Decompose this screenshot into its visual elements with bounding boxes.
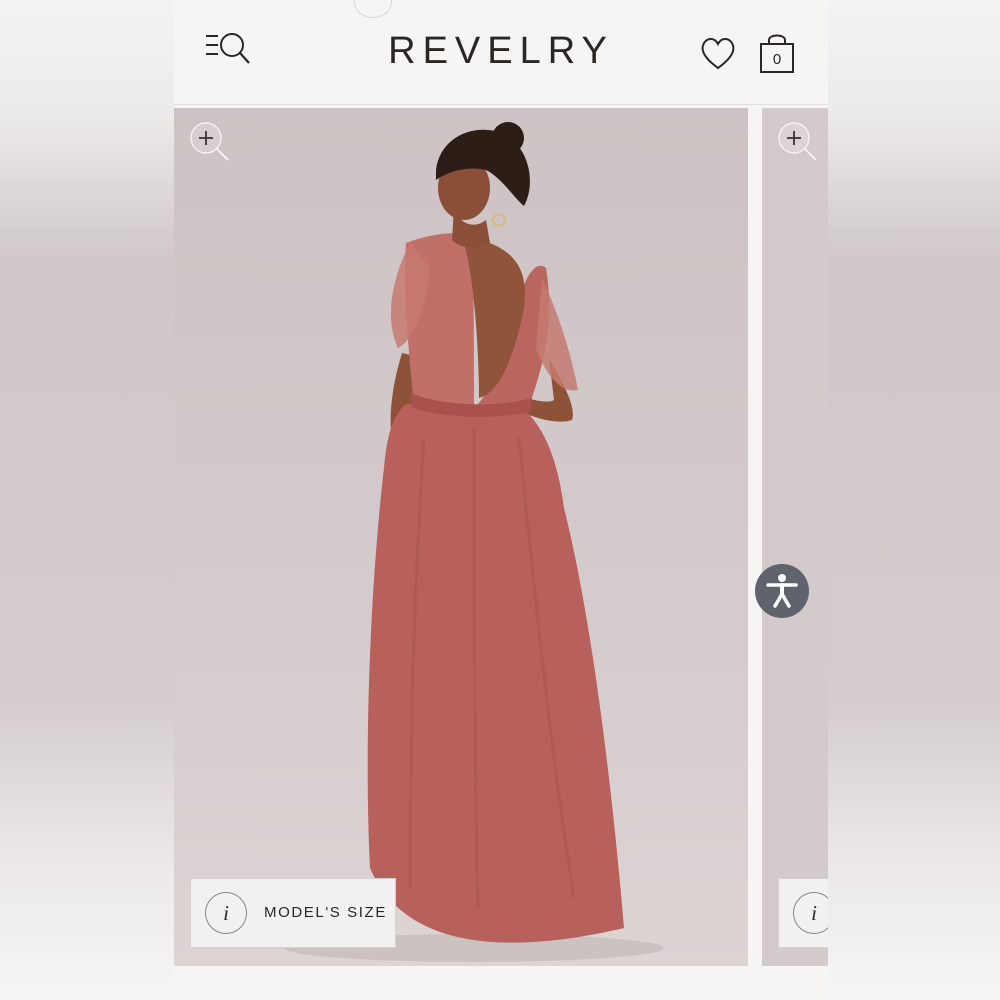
zoom-button[interactable] xyxy=(188,120,230,162)
bag-count: 0 xyxy=(772,51,782,68)
product-image-slide[interactable]: i MODEL'S SIZE xyxy=(174,108,748,966)
next-product-image-slide[interactable]: i xyxy=(762,108,828,966)
mobile-screen: REVELRY 0 i MODEL'S SIZE i xyxy=(174,0,828,1000)
model-size-button-next[interactable]: i xyxy=(778,878,828,948)
blurred-background-left xyxy=(0,0,174,1000)
page-bottom-strip xyxy=(174,966,828,1000)
top-indicator xyxy=(354,0,392,18)
info-icon: i xyxy=(205,892,247,934)
wishlist-button[interactable] xyxy=(698,34,738,74)
zoom-in-icon xyxy=(190,122,229,161)
zoom-button-next[interactable] xyxy=(776,120,818,162)
zoom-in-icon xyxy=(778,122,817,161)
model-size-button[interactable]: i MODEL'S SIZE xyxy=(190,878,396,948)
accessibility-button[interactable] xyxy=(755,564,809,618)
info-icon: i xyxy=(793,892,828,934)
product-photo xyxy=(284,122,664,962)
site-header: REVELRY 0 xyxy=(174,0,828,105)
shopping-bag-button[interactable]: 0 xyxy=(756,30,798,76)
accessibility-person-icon xyxy=(766,574,798,608)
model-size-label: MODEL'S SIZE xyxy=(264,904,387,921)
blurred-background-right xyxy=(828,0,1000,1000)
heart-icon xyxy=(701,38,735,70)
